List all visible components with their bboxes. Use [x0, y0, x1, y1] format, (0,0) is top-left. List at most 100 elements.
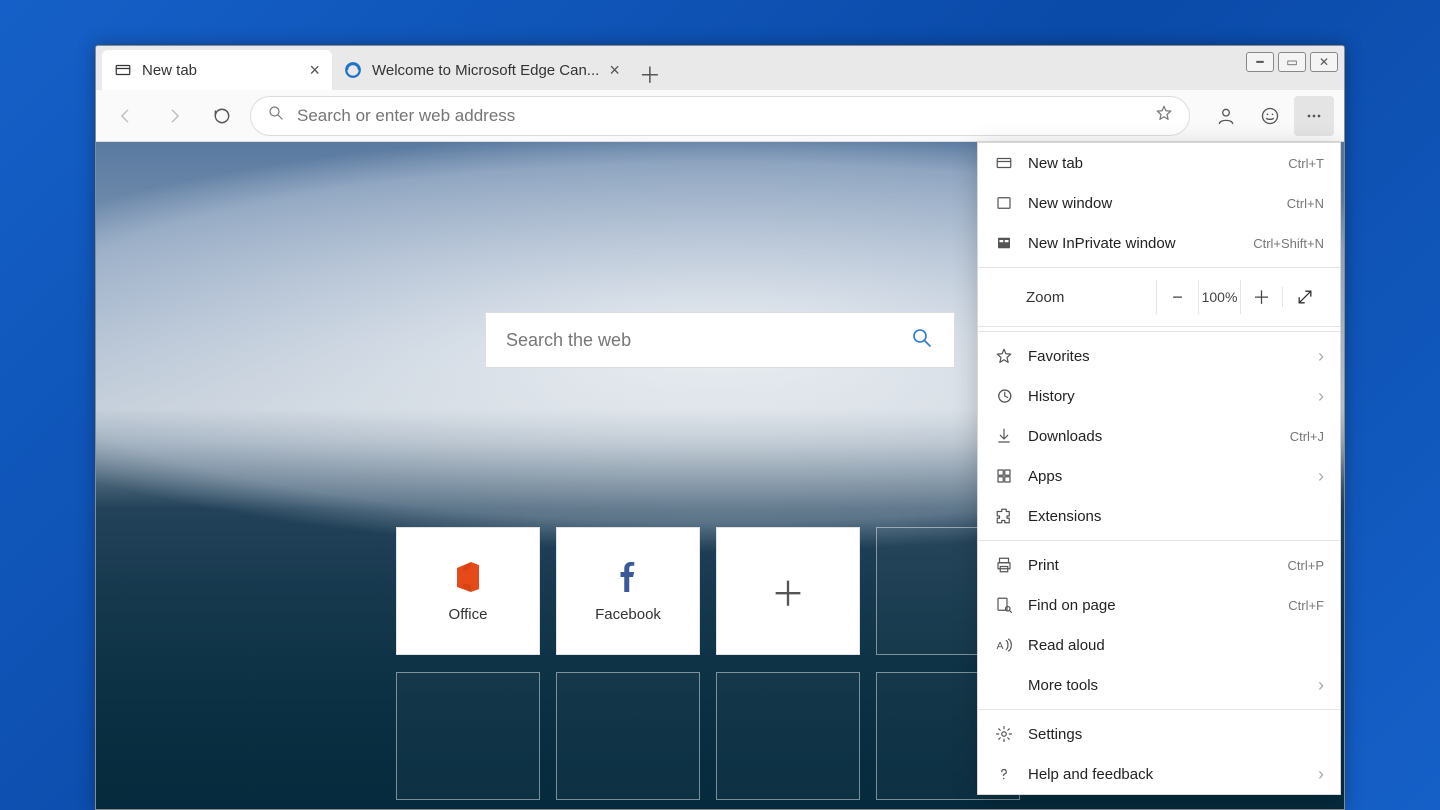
- find-icon: [994, 596, 1014, 614]
- address-input[interactable]: [297, 106, 1143, 126]
- window-icon: [994, 194, 1014, 212]
- menu-shortcut: Ctrl+P: [1288, 558, 1324, 573]
- tab-title: Welcome to Microsoft Edge Can...: [372, 62, 599, 79]
- extension-icon: [994, 507, 1014, 525]
- menu-item-label: Downloads: [1028, 428, 1102, 445]
- svg-text:A: A: [997, 640, 1004, 652]
- tile-empty[interactable]: [716, 672, 860, 800]
- facebook-icon: [613, 560, 643, 594]
- menu-item-settings[interactable]: Settings: [978, 714, 1340, 754]
- menu-item-extensions[interactable]: Extensions: [978, 496, 1340, 536]
- quick-tiles-row2: [396, 672, 1020, 800]
- star-icon: [994, 347, 1014, 365]
- zoom-value: 100%: [1198, 280, 1240, 314]
- search-icon: [267, 104, 285, 127]
- forward-button[interactable]: [154, 96, 194, 136]
- menu-item-label: Find on page: [1028, 597, 1116, 614]
- menu-item-apps[interactable]: Apps ›: [978, 456, 1340, 496]
- menu-item-label: Extensions: [1028, 508, 1101, 525]
- menu-item-label: More tools: [1028, 677, 1098, 694]
- menu-item-label: Apps: [1028, 468, 1062, 485]
- menu-item-label: Favorites: [1028, 348, 1090, 365]
- menu-item-new-tab[interactable]: New tab Ctrl+T: [978, 143, 1340, 183]
- tab-title: New tab: [142, 62, 197, 79]
- browser-window: ━ ▭ ✕ New tab × Welcome to Microsoft Edg…: [95, 45, 1345, 810]
- history-icon: [994, 387, 1014, 405]
- download-icon: [994, 427, 1014, 445]
- office-icon: [453, 560, 483, 594]
- chevron-right-icon: ›: [1318, 466, 1324, 487]
- menu-item-label: Settings: [1028, 726, 1082, 743]
- tab-welcome[interactable]: Welcome to Microsoft Edge Can... ×: [332, 50, 632, 90]
- zoom-label: Zoom: [992, 289, 1156, 306]
- menu-item-label: History: [1028, 388, 1075, 405]
- inprivate-icon: [994, 234, 1014, 252]
- menu-item-more-tools[interactable]: More tools ›: [978, 665, 1340, 705]
- zoom-in-button[interactable]: ＋: [1240, 280, 1282, 314]
- address-bar[interactable]: [250, 96, 1190, 136]
- zoom-out-button[interactable]: −: [1156, 280, 1198, 314]
- menu-item-label: New tab: [1028, 155, 1083, 172]
- menu-item-label: Help and feedback: [1028, 766, 1153, 783]
- menu-shortcut: Ctrl+Shift+N: [1253, 236, 1324, 251]
- menu-item-find-on-page[interactable]: Find on page Ctrl+F: [978, 585, 1340, 625]
- edge-icon: [344, 61, 362, 79]
- chevron-right-icon: ›: [1318, 764, 1324, 785]
- tile-facebook[interactable]: Facebook: [556, 527, 700, 655]
- window-controls: ━ ▭ ✕: [1246, 52, 1338, 72]
- chevron-right-icon: ›: [1318, 675, 1324, 696]
- tile-empty[interactable]: [556, 672, 700, 800]
- chevron-right-icon: ›: [1318, 386, 1324, 407]
- refresh-button[interactable]: [202, 96, 242, 136]
- back-button[interactable]: [106, 96, 146, 136]
- search-icon: [910, 326, 934, 355]
- menu-item-label: Print: [1028, 557, 1059, 574]
- menu-item-label: New window: [1028, 195, 1112, 212]
- plus-icon: ＋: [771, 567, 805, 616]
- tile-empty[interactable]: [396, 672, 540, 800]
- newtab-icon: [994, 154, 1014, 172]
- newtab-search-placeholder: Search the web: [506, 330, 631, 351]
- tile-add[interactable]: ＋: [716, 527, 860, 655]
- feedback-button[interactable]: [1250, 96, 1290, 136]
- quick-tiles: Office Facebook ＋: [396, 527, 1020, 655]
- fullscreen-button[interactable]: [1282, 287, 1326, 307]
- menu-item-new-window[interactable]: New window Ctrl+N: [978, 183, 1340, 223]
- tab-strip: New tab × Welcome to Microsoft Edge Can.…: [96, 46, 1344, 90]
- menu-item-new-inprivate-window[interactable]: New InPrivate window Ctrl+Shift+N: [978, 223, 1340, 263]
- menu-item-history[interactable]: History ›: [978, 376, 1340, 416]
- menu-item-read-aloud[interactable]: A Read aloud: [978, 625, 1340, 665]
- tab-close-button[interactable]: ×: [609, 61, 620, 79]
- newtab-icon: [114, 61, 132, 79]
- gear-icon: [994, 725, 1014, 743]
- menu-item-downloads[interactable]: Downloads Ctrl+J: [978, 416, 1340, 456]
- tab-close-button[interactable]: ×: [309, 61, 320, 79]
- apps-icon: [994, 467, 1014, 485]
- menu-item-label: Read aloud: [1028, 637, 1105, 654]
- menu-item-favorites[interactable]: Favorites ›: [978, 336, 1340, 376]
- profile-button[interactable]: [1206, 96, 1246, 136]
- menu-item-help-and-feedback[interactable]: Help and feedback ›: [978, 754, 1340, 794]
- tile-label: Office: [449, 606, 488, 623]
- menu-item-label: New InPrivate window: [1028, 235, 1176, 252]
- readaloud-icon: A: [994, 636, 1014, 654]
- tile-office[interactable]: Office: [396, 527, 540, 655]
- menu-shortcut: Ctrl+F: [1288, 598, 1324, 613]
- favorite-icon[interactable]: [1155, 104, 1173, 127]
- tile-label: Facebook: [595, 606, 661, 623]
- settings-menu-button[interactable]: [1294, 96, 1334, 136]
- close-window-button[interactable]: ✕: [1310, 52, 1338, 72]
- menu-shortcut: Ctrl+J: [1290, 429, 1324, 444]
- settings-menu: New tab Ctrl+T New window Ctrl+N New InPriva…: [977, 142, 1341, 795]
- toolbar: [96, 90, 1344, 142]
- new-tab-button[interactable]: ＋: [632, 58, 668, 90]
- tab-new-tab[interactable]: New tab ×: [102, 50, 332, 90]
- newtab-search[interactable]: Search the web: [485, 312, 955, 368]
- menu-item-print[interactable]: Print Ctrl+P: [978, 545, 1340, 585]
- chevron-right-icon: ›: [1318, 346, 1324, 367]
- maximize-button[interactable]: ▭: [1278, 52, 1306, 72]
- menu-zoom-row: Zoom−100%＋: [978, 272, 1340, 322]
- minimize-button[interactable]: ━: [1246, 52, 1274, 72]
- menu-shortcut: Ctrl+N: [1287, 196, 1324, 211]
- menu-shortcut: Ctrl+T: [1288, 156, 1324, 171]
